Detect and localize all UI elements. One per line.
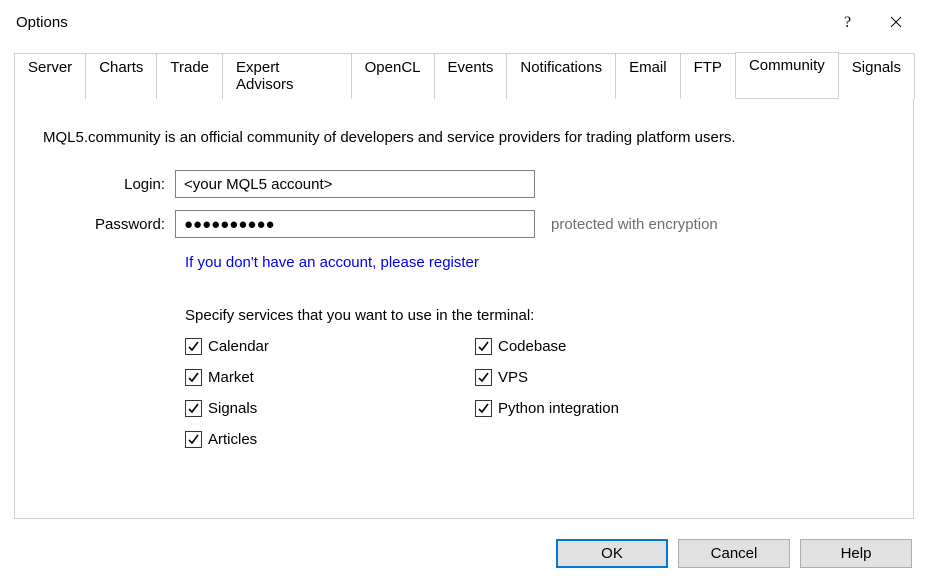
checkbox-label: Market [208, 369, 254, 386]
titlebar: Options ? [0, 0, 928, 44]
tab-community[interactable]: Community [735, 52, 839, 98]
svg-text:?: ? [844, 14, 851, 31]
checkbox-signals[interactable]: Signals [185, 400, 475, 417]
tab-events[interactable]: Events [434, 53, 508, 99]
cancel-button[interactable]: Cancel [678, 539, 790, 568]
tab-email[interactable]: Email [615, 53, 681, 99]
tab-bar: Server Charts Trade Expert Advisors Open… [14, 52, 914, 99]
password-label: Password: [47, 216, 175, 233]
tab-opencl[interactable]: OpenCL [351, 53, 435, 99]
ok-button[interactable]: OK [556, 539, 668, 568]
titlebar-controls: ? [824, 0, 920, 44]
login-input[interactable] [175, 170, 535, 198]
help-icon[interactable]: ? [824, 0, 872, 44]
check-icon [185, 431, 202, 448]
help-button[interactable]: Help [800, 539, 912, 568]
check-icon [475, 338, 492, 355]
checkbox-label: Articles [208, 431, 257, 448]
checkbox-market[interactable]: Market [185, 369, 475, 386]
checkbox-label: Calendar [208, 338, 269, 355]
checkbox-vps[interactable]: VPS [475, 369, 765, 386]
checkbox-codebase[interactable]: Codebase [475, 338, 765, 355]
intro-text: MQL5.community is an official community … [43, 129, 881, 146]
password-hint: protected with encryption [551, 216, 718, 233]
check-icon [185, 369, 202, 386]
check-icon [185, 338, 202, 355]
check-icon [185, 400, 202, 417]
services-grid: Calendar Codebase Market VPS Signals Pyt… [185, 338, 881, 448]
tab-ftp[interactable]: FTP [680, 53, 736, 99]
password-input[interactable] [175, 210, 535, 238]
check-icon [475, 400, 492, 417]
checkbox-label: VPS [498, 369, 528, 386]
window-title: Options [16, 14, 68, 31]
register-link[interactable]: If you don't have an account, please reg… [185, 254, 479, 271]
tab-panel-community: MQL5.community is an official community … [14, 99, 914, 519]
dialog-buttons: OK Cancel Help [556, 539, 912, 568]
services-label: Specify services that you want to use in… [185, 307, 881, 324]
tab-server[interactable]: Server [14, 53, 86, 99]
close-icon[interactable] [872, 0, 920, 44]
checkbox-articles[interactable]: Articles [185, 431, 475, 448]
tab-signals[interactable]: Signals [838, 53, 915, 99]
tab-trade[interactable]: Trade [156, 53, 223, 99]
login-label: Login: [47, 176, 175, 193]
tab-expert-advisors[interactable]: Expert Advisors [222, 53, 352, 99]
checkbox-label: Codebase [498, 338, 566, 355]
tab-notifications[interactable]: Notifications [506, 53, 616, 99]
checkbox-python[interactable]: Python integration [475, 400, 765, 417]
checkbox-calendar[interactable]: Calendar [185, 338, 475, 355]
checkbox-label: Signals [208, 400, 257, 417]
tab-charts[interactable]: Charts [85, 53, 157, 99]
check-icon [475, 369, 492, 386]
checkbox-label: Python integration [498, 400, 619, 417]
